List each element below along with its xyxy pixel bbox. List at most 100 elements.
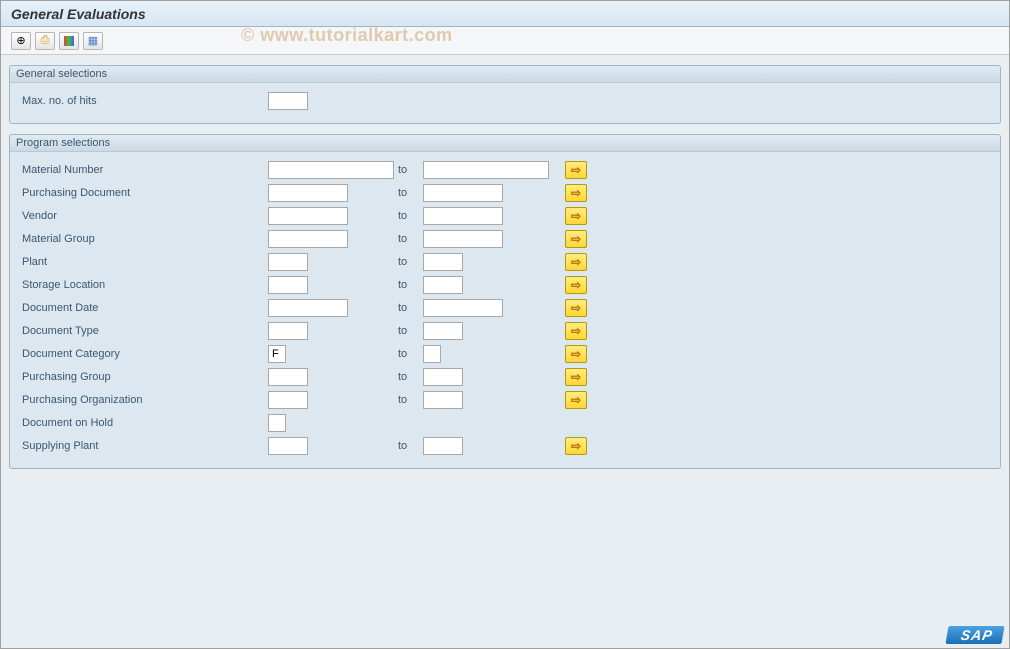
program-selections-header: Program selections bbox=[10, 135, 1000, 152]
to-label: to bbox=[398, 302, 423, 314]
color-icon bbox=[64, 36, 74, 46]
document-date-multi-button[interactable]: ⇨ bbox=[565, 299, 587, 317]
arrow-right-icon: ⇨ bbox=[571, 209, 581, 223]
to-label: to bbox=[398, 394, 423, 406]
material-number-row: Material Number to ⇨ bbox=[18, 159, 992, 181]
purchasing-document-multi-button[interactable]: ⇨ bbox=[565, 184, 587, 202]
to-label: to bbox=[398, 210, 423, 222]
document-date-label: Document Date bbox=[18, 302, 268, 314]
variant-button[interactable]: ⎙ bbox=[35, 32, 55, 50]
material-group-row: Material Group to ⇨ bbox=[18, 228, 992, 250]
program-selections-group: Program selections Material Number to ⇨ … bbox=[9, 134, 1001, 469]
general-selections-header: General selections bbox=[10, 66, 1000, 83]
storage-location-label: Storage Location bbox=[18, 279, 268, 291]
to-label: to bbox=[398, 440, 423, 452]
purchasing-organization-from-input[interactable] bbox=[268, 391, 308, 409]
color-legend-button[interactable] bbox=[59, 32, 79, 50]
execute-button[interactable]: ⊕ bbox=[11, 32, 31, 50]
purchasing-document-from-input[interactable] bbox=[268, 184, 348, 202]
vendor-to-input[interactable] bbox=[423, 207, 503, 225]
purchasing-organization-label: Purchasing Organization bbox=[18, 394, 268, 406]
material-group-from-input[interactable] bbox=[268, 230, 348, 248]
document-category-row: Document Category to ⇨ bbox=[18, 343, 992, 365]
vendor-row: Vendor to ⇨ bbox=[18, 205, 992, 227]
document-category-from-input[interactable] bbox=[268, 345, 286, 363]
plant-from-input[interactable] bbox=[268, 253, 308, 271]
supplying-plant-row: Supplying Plant to ⇨ bbox=[18, 435, 992, 457]
supplying-plant-multi-button[interactable]: ⇨ bbox=[565, 437, 587, 455]
to-label: to bbox=[398, 233, 423, 245]
purchasing-group-row: Purchasing Group to ⇨ bbox=[18, 366, 992, 388]
plant-label: Plant bbox=[18, 256, 268, 268]
document-date-from-input[interactable] bbox=[268, 299, 348, 317]
document-date-row: Document Date to ⇨ bbox=[18, 297, 992, 319]
purchasing-group-from-input[interactable] bbox=[268, 368, 308, 386]
storage-location-row: Storage Location to ⇨ bbox=[18, 274, 992, 296]
document-on-hold-input[interactable] bbox=[268, 414, 286, 432]
storage-location-from-input[interactable] bbox=[268, 276, 308, 294]
arrow-right-icon: ⇨ bbox=[571, 255, 581, 269]
document-on-hold-row: Document on Hold bbox=[18, 412, 992, 434]
document-type-multi-button[interactable]: ⇨ bbox=[565, 322, 587, 340]
plant-to-input[interactable] bbox=[423, 253, 463, 271]
selection-button[interactable]: ▦ bbox=[83, 32, 103, 50]
vendor-from-input[interactable] bbox=[268, 207, 348, 225]
sap-logo: SAP bbox=[946, 626, 1005, 644]
plant-multi-button[interactable]: ⇨ bbox=[565, 253, 587, 271]
purchasing-organization-row: Purchasing Organization to ⇨ bbox=[18, 389, 992, 411]
to-label: to bbox=[398, 256, 423, 268]
document-type-to-input[interactable] bbox=[423, 322, 463, 340]
material-number-to-input[interactable] bbox=[423, 161, 549, 179]
vendor-multi-button[interactable]: ⇨ bbox=[565, 207, 587, 225]
arrow-right-icon: ⇨ bbox=[571, 439, 581, 453]
document-on-hold-label: Document on Hold bbox=[18, 417, 268, 429]
to-label: to bbox=[398, 325, 423, 337]
purchasing-document-label: Purchasing Document bbox=[18, 187, 268, 199]
arrow-right-icon: ⇨ bbox=[571, 163, 581, 177]
plant-row: Plant to ⇨ bbox=[18, 251, 992, 273]
arrow-right-icon: ⇨ bbox=[571, 186, 581, 200]
arrow-right-icon: ⇨ bbox=[571, 278, 581, 292]
material-number-multi-button[interactable]: ⇨ bbox=[565, 161, 587, 179]
material-group-label: Material Group bbox=[18, 233, 268, 245]
supplying-plant-to-input[interactable] bbox=[423, 437, 463, 455]
selection-icon: ▦ bbox=[88, 34, 98, 47]
purchasing-organization-multi-button[interactable]: ⇨ bbox=[565, 391, 587, 409]
general-selections-group: General selections Max. no. of hits bbox=[9, 65, 1001, 124]
page-title: General Evaluations bbox=[11, 6, 146, 22]
max-hits-row: Max. no. of hits bbox=[18, 90, 992, 112]
supplying-plant-from-input[interactable] bbox=[268, 437, 308, 455]
material-number-from-input[interactable] bbox=[268, 161, 394, 179]
purchasing-group-multi-button[interactable]: ⇨ bbox=[565, 368, 587, 386]
purchasing-group-label: Purchasing Group bbox=[18, 371, 268, 383]
title-bar: General Evaluations bbox=[1, 1, 1009, 27]
to-label: to bbox=[398, 348, 423, 360]
purchasing-organization-to-input[interactable] bbox=[423, 391, 463, 409]
purchasing-document-to-input[interactable] bbox=[423, 184, 503, 202]
arrow-right-icon: ⇨ bbox=[571, 347, 581, 361]
material-number-label: Material Number bbox=[18, 164, 268, 176]
purchasing-group-to-input[interactable] bbox=[423, 368, 463, 386]
execute-icon: ⊕ bbox=[16, 34, 25, 47]
document-type-from-input[interactable] bbox=[268, 322, 308, 340]
to-label: to bbox=[398, 371, 423, 383]
storage-location-multi-button[interactable]: ⇨ bbox=[565, 276, 587, 294]
arrow-right-icon: ⇨ bbox=[571, 301, 581, 315]
document-date-to-input[interactable] bbox=[423, 299, 503, 317]
toolbar: ⊕ ⎙ ▦ © www.tutorialkart.com bbox=[1, 27, 1009, 55]
to-label: to bbox=[398, 279, 423, 291]
vendor-label: Vendor bbox=[18, 210, 268, 222]
content-area: General selections Max. no. of hits Prog… bbox=[1, 55, 1009, 648]
watermark: © www.tutorialkart.com bbox=[241, 25, 453, 46]
material-group-to-input[interactable] bbox=[423, 230, 503, 248]
storage-location-to-input[interactable] bbox=[423, 276, 463, 294]
variant-icon: ⎙ bbox=[41, 34, 50, 47]
material-group-multi-button[interactable]: ⇨ bbox=[565, 230, 587, 248]
document-category-to-input[interactable] bbox=[423, 345, 441, 363]
max-hits-input[interactable] bbox=[268, 92, 308, 110]
document-category-label: Document Category bbox=[18, 348, 268, 360]
arrow-right-icon: ⇨ bbox=[571, 232, 581, 246]
max-hits-label: Max. no. of hits bbox=[18, 95, 268, 107]
document-category-multi-button[interactable]: ⇨ bbox=[565, 345, 587, 363]
document-type-label: Document Type bbox=[18, 325, 268, 337]
